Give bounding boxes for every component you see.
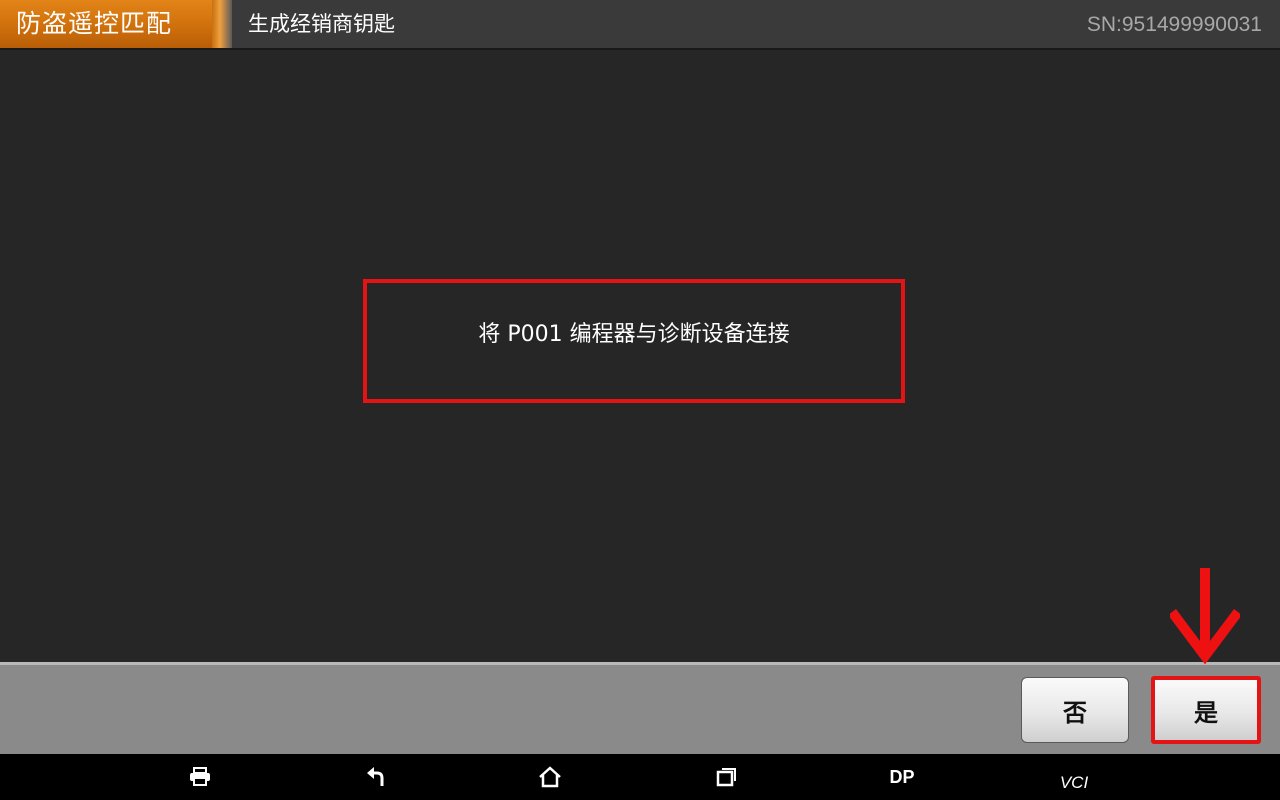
dialog-message: 将 P001 编程器与诊断设备连接 — [478, 322, 790, 347]
title-bar: 防盗遥控匹配 生成经销商钥匙 SN:951499990031 — [0, 0, 1280, 50]
message-dialog: 将 P001 编程器与诊断设备连接 — [363, 279, 905, 403]
action-bar: 否 是 — [0, 662, 1280, 754]
page-title: 生成经销商钥匙 — [248, 12, 395, 36]
no-button[interactable]: 否 — [1021, 677, 1129, 743]
system-nav-bar: DP VCI — [0, 754, 1280, 800]
print-icon — [190, 767, 210, 786]
serial-number: SN:951499990031 — [1086, 13, 1262, 36]
home-icon — [539, 766, 561, 788]
content-area: 将 P001 编程器与诊断设备连接 — [0, 50, 1280, 662]
nav-dp[interactable]: DP — [880, 754, 924, 800]
yes-button[interactable]: 是 — [1151, 676, 1261, 744]
app-screen: 防盗遥控匹配 生成经销商钥匙 SN:951499990031 将 P001 编程… — [0, 0, 1280, 800]
module-title: 防盗遥控匹配 — [0, 0, 232, 48]
nav-vci[interactable]: VCI — [1052, 754, 1096, 800]
arrow-down-icon — [1170, 568, 1240, 665]
nav-home[interactable] — [530, 754, 570, 800]
nav-print[interactable] — [180, 754, 220, 800]
recent-apps-icon — [716, 768, 736, 787]
back-icon — [367, 767, 384, 786]
nav-recent[interactable] — [706, 754, 746, 800]
nav-back[interactable] — [356, 754, 396, 800]
